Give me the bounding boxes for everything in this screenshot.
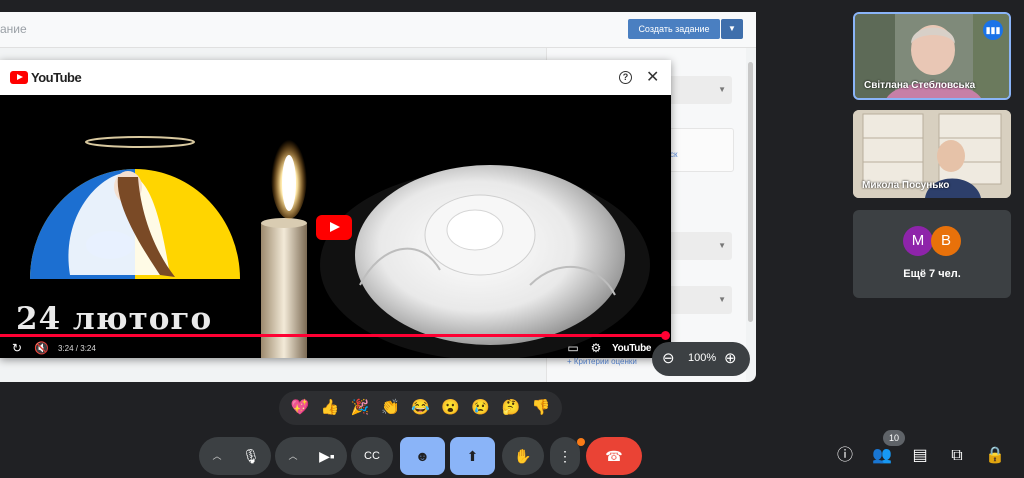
video-time: 3:24 / 3:24 [58, 343, 96, 353]
video-scrubber-handle[interactable] [661, 331, 670, 340]
camera-options-chevron-up-icon[interactable]: ︿ [281, 437, 305, 475]
youtube-play-logo-icon [10, 71, 28, 84]
video-play-button[interactable] [316, 215, 352, 240]
camera-control-group: ︿ ▶▪ [275, 437, 347, 475]
participant-name: Світлана Стебловська [864, 80, 976, 91]
captions-icon: CC [364, 450, 380, 462]
avatar-group: M B [903, 226, 961, 256]
participants-count-badge: 10 [883, 430, 905, 446]
page-title: ание [0, 22, 27, 36]
reaction-thinking[interactable]: 🤔 [500, 399, 522, 417]
captions-button[interactable]: CC [351, 437, 393, 475]
reaction-sparkling-heart[interactable]: 💖 [289, 399, 311, 417]
more-vert-icon: ⋮ [558, 448, 572, 464]
participant-tile[interactable]: Микола Посунько [853, 110, 1011, 198]
reaction-party-popper[interactable]: 🎉 [349, 399, 371, 417]
scrollbar[interactable] [748, 62, 753, 322]
present-screen-icon: ⬆ [466, 448, 479, 464]
player-left-controls: ↻ 🔇 3:24 / 3:24 [10, 341, 96, 355]
zoom-level: 100% [688, 352, 717, 364]
present-button[interactable]: ⬆ [450, 437, 495, 475]
hand-icon: ✋ [514, 448, 532, 464]
reaction-laughing[interactable]: 😂 [409, 399, 431, 417]
create-options-caret[interactable]: ▼ [721, 19, 743, 39]
youtube-watch-link[interactable]: YouTube [612, 343, 652, 354]
avatar: M [903, 226, 933, 256]
settings-icon[interactable]: ⚙ [589, 341, 603, 355]
more-options-button[interactable]: ⋮ [550, 437, 580, 475]
chevron-down-icon: ▼ [718, 241, 726, 250]
reaction-clapping[interactable]: 👏 [379, 399, 401, 417]
notification-dot [577, 438, 585, 446]
mic-options-chevron-up-icon[interactable]: ︿ [205, 437, 229, 475]
zoom-out-icon[interactable]: ⊖ [662, 349, 675, 367]
reaction-sad[interactable]: 😢 [470, 399, 492, 417]
classroom-header: ание Создать задание ▼ [0, 12, 756, 48]
mic-control-group: ︿ 🎙 [199, 437, 271, 475]
youtube-modal: YouTube ? ✕ 24 лютого ↻ 🔇 3:24 / 3:24 ▭ … [0, 60, 671, 358]
participant-name: Микола Посунько [862, 180, 950, 191]
shared-screen: ание Создать задание ▼ ▼ ск ▼ ▼ + Критер… [0, 12, 756, 382]
create-assignment-button[interactable]: Создать задание [628, 19, 720, 39]
more-participants-label: Ещё 7 чел. [903, 268, 961, 280]
reactions-bar: 💖 👍 🎉 👏 😂 😮 😢 🤔 👎 [279, 391, 562, 425]
zoom-control: ⊖ 100% ⊕ [652, 342, 750, 376]
mute-icon[interactable]: 🔇 [34, 341, 49, 355]
settings-link[interactable]: ск [670, 150, 678, 159]
participant-tile[interactable]: ▮▮▮ Світлана Стебловська [853, 12, 1011, 100]
help-icon[interactable]: ? [619, 71, 632, 84]
reaction-thumbs-up[interactable]: 👍 [319, 399, 341, 417]
reaction-thumbs-down[interactable]: 👎 [530, 399, 552, 417]
host-controls-lock-icon[interactable]: 🔒 [984, 446, 1006, 466]
more-participants-tile[interactable]: M B Ещё 7 чел. [853, 210, 1011, 298]
camera-icon[interactable]: ▶▪ [311, 437, 343, 475]
youtube-header: YouTube ? ✕ [0, 60, 671, 95]
subtitles-icon[interactable]: ▭ [566, 341, 580, 355]
reaction-surprised[interactable]: 😮 [440, 399, 462, 417]
raise-hand-button[interactable]: ✋ [502, 437, 544, 475]
hang-up-icon: ☎ [605, 448, 623, 464]
video-progress-bar[interactable] [0, 334, 667, 337]
chevron-down-icon: ▼ [718, 85, 726, 94]
video-player[interactable]: 24 лютого ↻ 🔇 3:24 / 3:24 ▭ ⚙ YouTube ⛶ [0, 95, 671, 358]
meet-stage: ание Создать задание ▼ ▼ ск ▼ ▼ + Критер… [0, 0, 1024, 478]
close-icon[interactable]: ✕ [646, 67, 659, 87]
activities-icon[interactable]: ⧉ [946, 446, 968, 466]
avatar: B [931, 226, 961, 256]
speaking-indicator-icon: ▮▮▮ [983, 20, 1003, 40]
zoom-in-icon[interactable]: ⊕ [724, 349, 737, 367]
info-icon[interactable]: ⓘ [834, 446, 856, 466]
replay-icon[interactable]: ↻ [10, 341, 24, 355]
youtube-logo: YouTube [10, 70, 82, 85]
reactions-button[interactable]: ☻ [400, 437, 445, 475]
video-title-overlay: 24 лютого [16, 301, 213, 337]
chat-icon[interactable]: ▤ [909, 446, 931, 466]
chevron-down-icon: ▼ [718, 295, 726, 304]
end-call-button[interactable]: ☎ [586, 437, 642, 475]
microphone-icon[interactable]: 🎙 [235, 437, 267, 475]
people-icon[interactable]: 👥 [871, 446, 893, 466]
youtube-logo-text: YouTube [31, 70, 82, 85]
criteria-link[interactable]: + Критерии оценки [567, 357, 637, 366]
smiley-icon: ☻ [415, 448, 430, 464]
